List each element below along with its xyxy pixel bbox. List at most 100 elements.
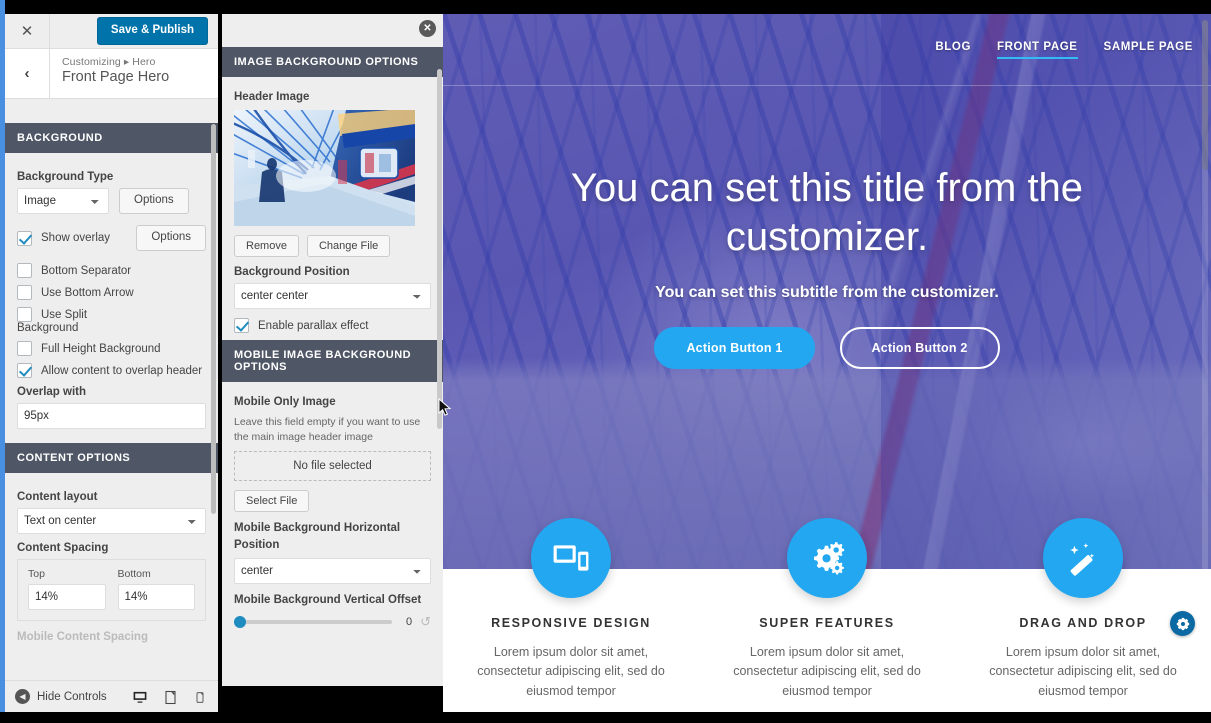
feature-column-3: DRAG AND DROP Lorem ipsum dolor sit amet… bbox=[955, 518, 1211, 712]
mobile-image-body: Mobile Only Image Leave this field empty… bbox=[222, 396, 443, 630]
hero-content: You can set this title from the customiz… bbox=[443, 164, 1211, 369]
background-settings-body: Background Type Image Options Show overl… bbox=[5, 153, 218, 443]
use-split-background-label: Use Split bbox=[41, 308, 88, 321]
header-image-thumbnail[interactable] bbox=[234, 110, 415, 226]
header-image-buttons: Remove Change File bbox=[234, 235, 431, 257]
use-split-background-checkbox[interactable] bbox=[17, 307, 32, 322]
tablet-preview-icon[interactable] bbox=[162, 688, 178, 706]
use-split-background-row[interactable]: Use Split bbox=[17, 307, 206, 322]
feature-column-1: RESPONSIVE DESIGN Lorem ipsum dolor sit … bbox=[443, 518, 699, 712]
background-position-label: Background Position bbox=[234, 266, 350, 278]
action-button-1[interactable]: Action Button 1 bbox=[654, 326, 815, 369]
responsive-icon bbox=[531, 518, 611, 598]
overlap-header-row[interactable]: Allow content to overlap header bbox=[17, 363, 206, 378]
browser-top-strip bbox=[0, 0, 1211, 14]
mobile-vertical-offset-slider[interactable] bbox=[234, 615, 393, 628]
show-overlay-checkbox[interactable] bbox=[17, 230, 32, 246]
mobile-only-image-help: Leave this field empty if you want to us… bbox=[234, 416, 421, 444]
enable-parallax-label: Enable parallax effect bbox=[258, 319, 369, 332]
select-file-button[interactable]: Select File bbox=[234, 490, 310, 513]
header-image-label: Header Image bbox=[234, 91, 310, 103]
nav-item-blog[interactable]: BLOG bbox=[935, 41, 971, 58]
edit-section-gear-icon[interactable] bbox=[1170, 611, 1195, 636]
close-customizer-icon[interactable]: ✕ bbox=[5, 14, 50, 49]
mobile-vertical-offset-label: Mobile Background Vertical Offset bbox=[234, 593, 422, 606]
overlap-with-input[interactable] bbox=[17, 403, 206, 429]
background-position-select[interactable]: center center bbox=[234, 283, 431, 309]
mobile-vertical-offset-slider-row: 0 ↺ bbox=[234, 614, 431, 630]
show-overlay-options-button[interactable]: Options bbox=[136, 225, 206, 251]
section-header-background: BACKGROUND bbox=[5, 123, 218, 153]
feature-text-1: Lorem ipsum dolor sit amet, consectetur … bbox=[477, 645, 665, 698]
use-bottom-arrow-label: Use Bottom Arrow bbox=[41, 286, 134, 299]
full-height-background-label: Full Height Background bbox=[41, 342, 161, 355]
nav-item-front-page[interactable]: FRONT PAGE bbox=[997, 41, 1078, 59]
reset-icon[interactable]: ↺ bbox=[420, 614, 431, 630]
show-overlay-checkbox-row[interactable]: Show overlay bbox=[17, 230, 126, 246]
overlap-header-checkbox[interactable] bbox=[17, 363, 32, 378]
mobile-preview-icon[interactable] bbox=[192, 688, 208, 706]
mobile-vertical-offset-value: 0 bbox=[405, 615, 413, 628]
subpanel-topbar: ✕ bbox=[222, 14, 443, 47]
browser-bottom-strip bbox=[0, 712, 1211, 723]
enable-parallax-checkbox[interactable] bbox=[234, 318, 249, 333]
no-file-selected-dropzone[interactable]: No file selected bbox=[234, 451, 431, 482]
use-bottom-arrow-checkbox[interactable] bbox=[17, 285, 32, 300]
sidebar-gap bbox=[5, 99, 218, 123]
save-and-publish-button[interactable]: Save & Publish bbox=[96, 17, 208, 45]
content-spacing-bottom: Bottom bbox=[117, 568, 195, 610]
mobile-content-spacing-label: Mobile Content Spacing bbox=[17, 631, 148, 643]
content-spacing-columns: Top Bottom bbox=[28, 568, 195, 610]
desktop-preview-icon[interactable] bbox=[130, 688, 150, 712]
content-settings-body: Content layout Text on center Content Sp… bbox=[5, 473, 218, 643]
bottom-separator-row[interactable]: Bottom Separator bbox=[17, 263, 206, 278]
background-type-label: Background Type bbox=[17, 171, 114, 183]
sidebar-titles: Customizing ▸ Hero Front Page Hero bbox=[50, 49, 169, 98]
gears-icon bbox=[787, 518, 867, 598]
sidebar-scrollbar[interactable] bbox=[211, 124, 216, 514]
feature-column-2: SUPER FEATURES Lorem ipsum dolor sit ame… bbox=[699, 518, 955, 712]
customizer-screen: ✕ Save & Publish ‹ Customizing ▸ Hero Fr… bbox=[0, 0, 1211, 723]
header-image-graphic bbox=[234, 110, 415, 226]
content-spacing-top: Top bbox=[28, 568, 106, 610]
hero-subtitle: You can set this subtitle from the custo… bbox=[655, 283, 999, 301]
action-button-2[interactable]: Action Button 2 bbox=[839, 326, 1000, 369]
content-spacing-box: Top Bottom bbox=[17, 559, 206, 621]
content-layout-label: Content layout bbox=[17, 491, 98, 503]
sidebar-header: ✕ Save & Publish bbox=[5, 14, 218, 49]
content-spacing-bottom-input[interactable] bbox=[117, 584, 195, 610]
content-layout-select[interactable]: Text on center bbox=[17, 508, 206, 534]
remove-image-button[interactable]: Remove bbox=[234, 235, 299, 257]
back-chevron-icon[interactable]: ‹ bbox=[5, 49, 50, 98]
mobile-horizontal-position-label: Mobile Background Horizontal Position bbox=[234, 522, 401, 551]
full-height-background-row[interactable]: Full Height Background bbox=[17, 341, 206, 356]
content-spacing-top-input[interactable] bbox=[28, 584, 106, 610]
responsive-icon-glyph bbox=[553, 545, 589, 571]
change-file-button[interactable]: Change File bbox=[306, 235, 391, 257]
enable-parallax-row[interactable]: Enable parallax effect bbox=[234, 318, 431, 333]
nav-item-sample-page[interactable]: SAMPLE PAGE bbox=[1104, 41, 1193, 58]
full-height-background-checkbox[interactable] bbox=[17, 341, 32, 356]
slider-knob[interactable] bbox=[234, 615, 246, 628]
close-subpanel-icon[interactable]: ✕ bbox=[419, 20, 436, 37]
show-overlay-label: Show overlay bbox=[41, 232, 111, 244]
use-bottom-arrow-row[interactable]: Use Bottom Arrow bbox=[17, 285, 206, 300]
gear-icon-glyph bbox=[1176, 617, 1189, 630]
overlap-header-label: Allow content to overlap header bbox=[41, 364, 203, 377]
customizer-sidebar: ✕ Save & Publish ‹ Customizing ▸ Hero Fr… bbox=[5, 14, 218, 712]
background-type-options-button[interactable]: Options bbox=[119, 188, 189, 214]
background-type-select[interactable]: Image bbox=[17, 188, 109, 214]
preview-scrollbar[interactable] bbox=[1202, 20, 1208, 170]
feature-title-1: RESPONSIVE DESIGN bbox=[491, 616, 651, 630]
bottom-separator-checkbox[interactable] bbox=[17, 263, 32, 278]
preview-navigation: BLOG FRONT PAGE SAMPLE PAGE bbox=[443, 14, 1211, 86]
hide-controls-button[interactable]: ◀ Hide Controls bbox=[15, 689, 107, 704]
gears-icon-glyph bbox=[814, 542, 845, 575]
image-background-subpanel: ✕ IMAGE BACKGROUND OPTIONS Header Image bbox=[222, 14, 443, 686]
content-spacing-top-label: Top bbox=[28, 568, 45, 580]
section-header-content-options: CONTENT OPTIONS bbox=[5, 443, 218, 473]
content-spacing-bottom-label: Bottom bbox=[117, 568, 151, 580]
mobile-horizontal-position-select[interactable]: center bbox=[234, 557, 431, 584]
subpanel-scrollbar[interactable] bbox=[437, 69, 442, 429]
